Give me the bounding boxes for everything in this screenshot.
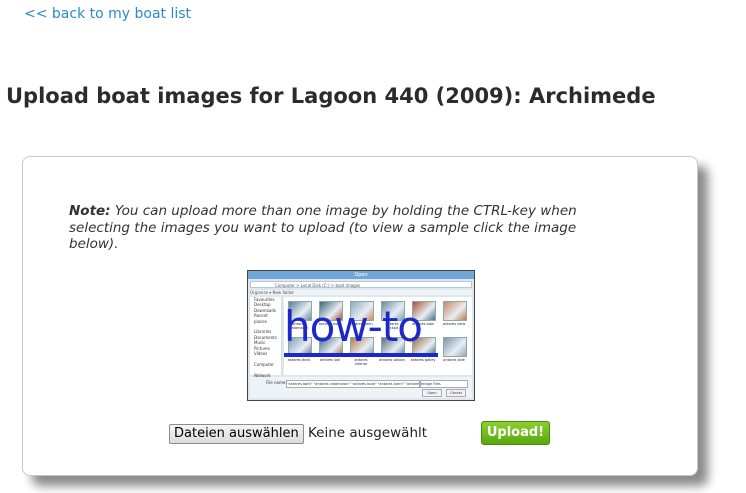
- sample-thumbnail-caption: antares view: [442, 322, 466, 326]
- back-to-boat-list-link[interactable]: << back to my boat list: [24, 6, 191, 22]
- how-to-underline: [284, 353, 438, 357]
- sample-thumbnail-caption: antares side: [443, 358, 465, 362]
- page-title: Upload boat images for Lagoon 440 (2009)…: [6, 84, 656, 108]
- upload-panel: Note: You can upload more than one image…: [22, 156, 698, 476]
- sample-thumbnail-caption: antares galley: [410, 358, 436, 362]
- how-to-sample-image[interactable]: Open Computer > Local Disk (C:) > boat i…: [247, 270, 475, 401]
- file-selection-status: Keine ausgewählt: [308, 425, 428, 441]
- sample-sidebar-item: Recent places: [254, 313, 268, 324]
- upload-note: Note: You can upload more than one image…: [69, 203, 629, 253]
- sample-file-type-select: Image Files: [420, 380, 468, 388]
- sample-dialog-footer: File name: "antares bath" "antares catam…: [250, 377, 472, 398]
- sample-thumbnail-caption: antares saloon: [379, 358, 405, 362]
- sample-thumbnail-caption: antares sail: [319, 358, 341, 362]
- sample-file-name-field: "antares bath" "antares catamaran" "anta…: [286, 380, 420, 388]
- how-to-overlay-text: how-to: [284, 302, 423, 351]
- sample-thumbnail: [443, 337, 467, 357]
- note-label: Note:: [69, 203, 111, 219]
- sample-open-button: Open: [422, 389, 442, 397]
- sample-cancel-button: Cancel: [446, 389, 466, 397]
- sample-address-bar: Computer > Local Disk (C:) > boat images: [250, 281, 472, 288]
- sample-thumbnail-caption: antares deck: [287, 358, 311, 362]
- choose-files-button[interactable]: Dateien auswählen: [169, 424, 304, 444]
- sample-window-title: Open: [354, 272, 368, 278]
- sample-file-name-label: File name:: [266, 380, 287, 385]
- sample-thumbnail-caption: antares interior: [354, 358, 368, 366]
- sample-toolbar: Organise ▾ New folder: [250, 290, 472, 295]
- note-text: You can upload more than one image by ho…: [69, 203, 577, 252]
- sample-thumbnail: [443, 301, 467, 321]
- sample-sidebar: Favourites Desktop Downloads Recent places …: [250, 297, 282, 378]
- upload-button[interactable]: Upload!: [481, 421, 550, 445]
